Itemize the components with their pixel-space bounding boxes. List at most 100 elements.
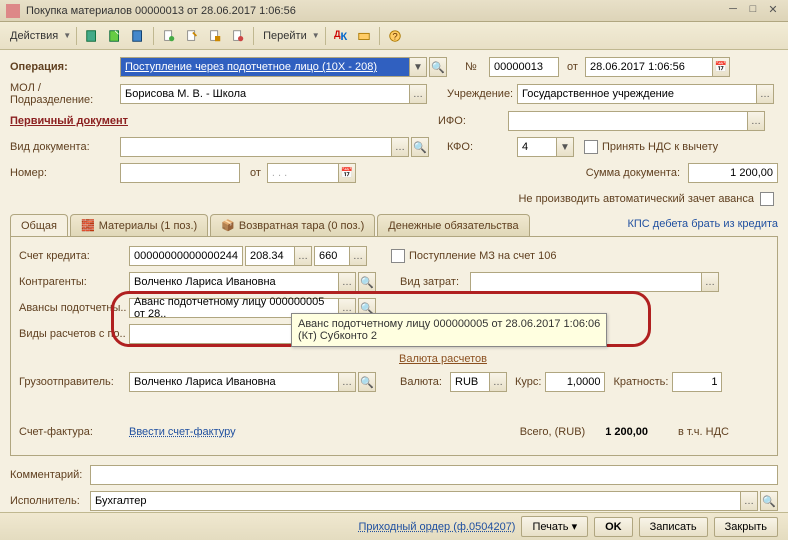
toolbar-btn-7[interactable] xyxy=(228,26,248,46)
invoice-label: Счет-фактура: xyxy=(19,426,129,438)
tab-materials[interactable]: 🧱Материалы (1 поз.) xyxy=(70,214,208,236)
titlebar: Покупка материалов 00000013 от 28.06.201… xyxy=(0,0,788,22)
maximize-button[interactable]: □ xyxy=(744,3,762,19)
mult-field[interactable]: 1 xyxy=(672,372,722,392)
num2-field[interactable] xyxy=(120,163,240,183)
doctype-search[interactable]: 🔍 xyxy=(411,137,429,157)
currency-field[interactable]: RUB xyxy=(450,372,490,392)
toolbar-btn-4[interactable] xyxy=(159,26,179,46)
toolbar-btn-8[interactable] xyxy=(354,26,374,46)
counteragents-dots[interactable]: … xyxy=(338,272,356,292)
inst-field[interactable]: Государственное учреждение xyxy=(517,84,757,104)
no-offset-checkbox[interactable] xyxy=(760,192,774,206)
close-window-button[interactable]: ✕ xyxy=(764,3,782,19)
print-button[interactable]: Печать ▾ xyxy=(521,516,588,537)
doctype-dots[interactable]: … xyxy=(391,137,409,157)
currency-dots[interactable]: … xyxy=(489,372,507,392)
shipper-search[interactable]: 🔍 xyxy=(358,372,376,392)
toolbar-btn-6[interactable] xyxy=(205,26,225,46)
mol-field[interactable]: Борисова М. В. - Школа xyxy=(120,84,410,104)
rate-field[interactable]: 1,0000 xyxy=(545,372,605,392)
primary-doc-header: Первичный документ xyxy=(10,115,310,127)
currency-label: Валюта: xyxy=(400,376,450,388)
date-picker[interactable]: 📅 xyxy=(712,57,730,77)
toolbar-dk-icon[interactable]: ДК xyxy=(331,26,351,46)
kfo-label: КФО: xyxy=(447,141,517,153)
shipper-field[interactable]: Волченко Лариса Ивановна xyxy=(129,372,339,392)
tooltip: Аванс подотчетному лицу 000000005 от 28.… xyxy=(291,313,607,347)
svg-text:?: ? xyxy=(392,31,397,42)
mz-label: Поступление МЗ на счет 106 xyxy=(409,250,557,262)
executor-search[interactable]: 🔍 xyxy=(760,491,778,511)
kfo-dropdown[interactable]: ▼ xyxy=(556,137,574,157)
credit-account-field[interactable]: 00000000000000244 xyxy=(129,246,243,266)
num-field[interactable]: 00000013 xyxy=(489,57,559,77)
tara-icon: 📦 xyxy=(221,219,235,232)
mol-label: МОЛ / Подразделение: xyxy=(10,82,120,106)
operation-field[interactable]: Поступление через подотчетное лицо (10Х … xyxy=(120,57,410,77)
advances-label: Авансы подотчетны.. xyxy=(19,302,129,314)
goto-menu[interactable]: Перейти xyxy=(259,30,311,42)
toolbar-btn-3[interactable] xyxy=(128,26,148,46)
shipper-dots[interactable]: … xyxy=(338,372,356,392)
tab-general[interactable]: Общая xyxy=(10,214,68,236)
ifo-field[interactable] xyxy=(508,111,748,131)
actions-menu[interactable]: Действия xyxy=(6,30,62,42)
close-button[interactable]: Закрыть xyxy=(714,517,778,537)
credit-sub1-dots[interactable]: … xyxy=(294,246,312,266)
inst-dots[interactable]: … xyxy=(756,84,774,104)
tab-body: Счет кредита: 00000000000000244 208.34 …… xyxy=(10,237,778,456)
settlement-label: Виды расчетов с по.. xyxy=(19,328,129,340)
help-button[interactable]: ? xyxy=(385,26,405,46)
operation-search[interactable]: 🔍 xyxy=(429,57,447,77)
mol-dots[interactable]: … xyxy=(409,84,427,104)
credit-sub1[interactable]: 208.34 xyxy=(245,246,295,266)
tab-obligations[interactable]: Денежные обязательства xyxy=(377,214,529,236)
app-icon xyxy=(6,4,20,18)
toolbar: Действия▼ Перейти▼ ДК ? xyxy=(0,22,788,50)
total-value: 1 200,00 xyxy=(605,426,648,438)
num2-label: Номер: xyxy=(10,167,120,179)
counteragents-label: Контрагенты: xyxy=(19,276,129,288)
cost-type-label: Вид затрат: xyxy=(400,276,470,288)
ok-button[interactable]: OK xyxy=(594,517,633,537)
counteragents-field[interactable]: Волченко Лариса Ивановна xyxy=(129,272,339,292)
date-field[interactable]: 28.06.2017 1:06:56 xyxy=(585,57,713,77)
rate-label: Курс: xyxy=(515,376,541,388)
sum-field[interactable]: 1 200,00 xyxy=(688,163,778,183)
nds-label: Принять НДС к вычету xyxy=(602,141,718,153)
save-button[interactable]: Записать xyxy=(639,517,708,537)
comment-field[interactable] xyxy=(90,465,778,485)
date-label: от xyxy=(567,61,585,73)
doctype-label: Вид документа: xyxy=(10,141,120,153)
credit-sub2[interactable]: 660 xyxy=(314,246,350,266)
operation-dropdown[interactable]: ▼ xyxy=(409,57,427,77)
toolbar-btn-5[interactable] xyxy=(182,26,202,46)
tab-returnable[interactable]: 📦Возвратная тара (0 поз.) xyxy=(210,214,375,236)
order-link[interactable]: Приходный ордер (ф.0504207) xyxy=(359,521,516,533)
kfo-field[interactable]: 4 xyxy=(517,137,557,157)
kps-link[interactable]: КПС дебета брать из кредита xyxy=(627,214,778,236)
mult-label: Кратность: xyxy=(613,376,668,388)
executor-field[interactable]: Бухгалтер xyxy=(90,491,741,511)
ot-date-picker[interactable]: 📅 xyxy=(338,163,356,183)
ifo-dots[interactable]: … xyxy=(747,111,765,131)
minimize-button[interactable]: ─ xyxy=(724,3,742,19)
credit-account-label: Счет кредита: xyxy=(19,250,129,262)
ifo-label: ИФО: xyxy=(438,115,508,127)
mz-checkbox[interactable] xyxy=(391,249,405,263)
cost-type-dots[interactable]: … xyxy=(701,272,719,292)
invoice-link[interactable]: Ввести счет-фактуру xyxy=(129,426,236,438)
doctype-field[interactable] xyxy=(120,137,392,157)
counteragents-search[interactable]: 🔍 xyxy=(358,272,376,292)
ot-date-field[interactable]: . . . xyxy=(267,163,339,183)
credit-sub2-dots[interactable]: … xyxy=(349,246,367,266)
toolbar-btn-2[interactable] xyxy=(105,26,125,46)
nds-checkbox[interactable] xyxy=(584,140,598,154)
window-title: Покупка материалов 00000013 от 28.06.201… xyxy=(26,5,722,17)
executor-dots[interactable]: … xyxy=(740,491,758,511)
cost-type-field[interactable] xyxy=(470,272,702,292)
footer: Приходный ордер (ф.0504207) Печать ▾ OK … xyxy=(0,512,788,540)
shipper-label: Грузоотправитель: xyxy=(19,376,129,388)
toolbar-btn-1[interactable] xyxy=(82,26,102,46)
